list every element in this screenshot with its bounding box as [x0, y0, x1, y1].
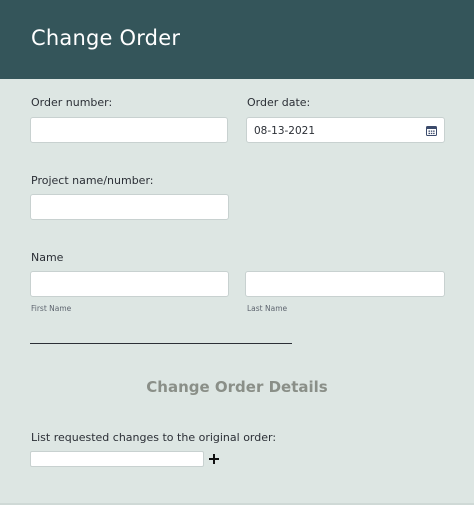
- changes-label: List requested changes to the original o…: [31, 431, 277, 444]
- plus-icon[interactable]: [209, 454, 219, 464]
- order-number-label: Order number:: [31, 96, 113, 109]
- page-title: Change Order: [31, 26, 181, 50]
- calendar-icon[interactable]: [426, 125, 437, 136]
- order-date-field[interactable]: 08-13-2021: [246, 117, 445, 143]
- order-date-value: 08-13-2021: [254, 125, 316, 137]
- last-name-sublabel: Last Name: [247, 304, 288, 313]
- project-label: Project name/number:: [31, 174, 154, 187]
- section-divider: [30, 343, 292, 344]
- last-name-input[interactable]: [245, 271, 445, 297]
- project-input[interactable]: [30, 194, 229, 220]
- order-number-input[interactable]: [30, 117, 228, 143]
- page-header: Change Order: [0, 0, 474, 79]
- details-section-title: Change Order Details: [146, 378, 328, 396]
- first-name-input[interactable]: [30, 271, 229, 297]
- name-label: Name: [31, 251, 64, 264]
- first-name-sublabel: First Name: [31, 304, 72, 313]
- changes-input[interactable]: [30, 451, 204, 467]
- order-date-label: Order date:: [247, 96, 311, 109]
